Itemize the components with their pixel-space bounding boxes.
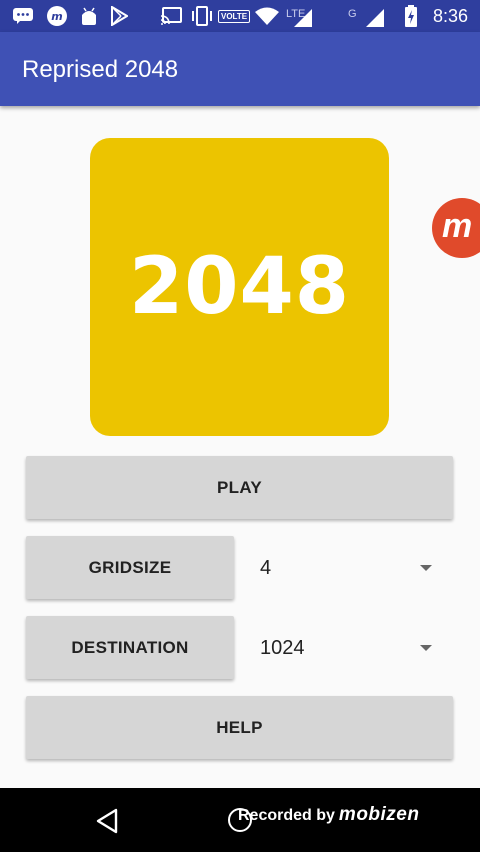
help-button-label: HELP xyxy=(216,717,263,737)
gridsize-button[interactable]: GRIDSIZE xyxy=(26,536,234,599)
mobizen-notification-icon: m xyxy=(46,6,68,26)
recorded-by-watermark: Recorded by mobizen xyxy=(238,805,419,826)
android-debug-icon xyxy=(80,6,98,26)
volte-badge: VOLTE xyxy=(218,6,251,26)
gridsize-spinner[interactable]: 4 xyxy=(260,536,442,600)
cast-icon xyxy=(160,6,182,26)
signal-icon-2 xyxy=(364,8,386,28)
recorded-by-text: Recorded by xyxy=(238,807,335,824)
vibrate-icon xyxy=(190,6,214,26)
play-button-label: PLAY xyxy=(217,477,262,497)
mobizen-brand-text: mobizen xyxy=(338,804,420,825)
game-logo-tile: 2048 xyxy=(90,138,389,436)
dropdown-arrow-icon xyxy=(420,565,432,571)
battery-charging-icon xyxy=(404,5,418,27)
destination-button-label: DESTINATION xyxy=(71,637,189,657)
mobizen-bubble-letter: m xyxy=(442,207,473,245)
play-store-icon xyxy=(110,6,128,26)
chat-bubble-icon xyxy=(12,6,34,26)
g-label-wrap: G xyxy=(348,4,357,24)
gridsize-spinner-value: 4 xyxy=(260,556,272,579)
mobizen-floating-bubble[interactable]: m xyxy=(432,198,480,258)
back-icon[interactable] xyxy=(95,808,119,834)
volte-label: VOLTE xyxy=(218,9,251,23)
app-title: Reprised 2048 xyxy=(22,56,179,83)
g-label: G xyxy=(348,8,357,20)
logo-text: 2048 xyxy=(128,242,351,332)
destination-spinner-value: 1024 xyxy=(260,636,305,659)
destination-button[interactable]: DESTINATION xyxy=(26,616,234,679)
app-bar: Reprised 2048 xyxy=(0,32,480,106)
help-button[interactable]: HELP xyxy=(26,696,453,759)
svg-text:m: m xyxy=(51,10,62,23)
status-bar: m VOLTE LTE G 8:36 xyxy=(0,0,480,32)
dropdown-arrow-icon xyxy=(420,645,432,651)
destination-spinner[interactable]: 1024 xyxy=(260,616,442,680)
wifi-icon xyxy=(254,6,280,26)
gridsize-button-label: GRIDSIZE xyxy=(88,557,172,577)
status-time: 8:36 xyxy=(432,6,468,26)
play-button[interactable]: PLAY xyxy=(26,456,453,519)
signal-icon xyxy=(292,8,314,28)
